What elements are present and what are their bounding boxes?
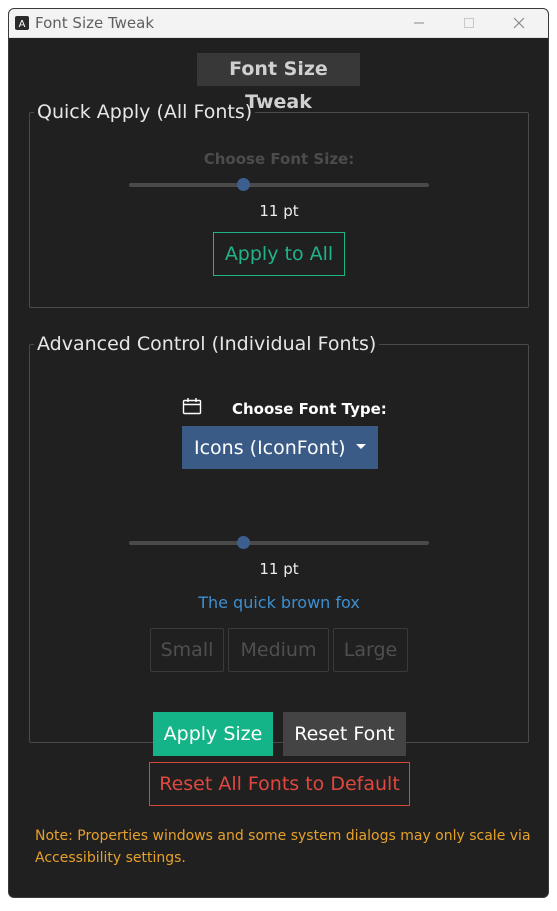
font-type-label: Choose Font Type: — [232, 400, 387, 418]
svg-text:A: A — [19, 19, 26, 30]
app-icon: A — [15, 16, 29, 30]
maximize-icon — [464, 18, 474, 28]
advanced-size-value: 11 pt — [259, 560, 299, 578]
chevron-down-icon — [356, 444, 366, 449]
font-type-selected-value: Icons (IconFont) — [194, 437, 346, 459]
page-title: Font Size Tweak — [197, 53, 360, 113]
quick-apply-legend: Quick Apply (All Fonts) — [37, 101, 253, 123]
title-bar[interactable]: A Font Size Tweak — [9, 9, 548, 38]
apply-to-all-button[interactable]: Apply to All — [213, 232, 345, 276]
font-type-dropdown[interactable]: Icons (IconFont) — [182, 426, 378, 469]
reset-font-button[interactable]: Reset Font — [283, 712, 406, 756]
maximize-button[interactable] — [446, 9, 492, 37]
preset-large-button[interactable]: Large — [333, 628, 408, 672]
close-icon — [513, 17, 525, 29]
accessibility-note: Note: Properties windows and some system… — [35, 828, 531, 866]
quick-font-size-slider[interactable] — [129, 178, 429, 191]
preset-medium-button[interactable]: Medium — [228, 628, 329, 672]
close-button[interactable] — [496, 9, 542, 37]
advanced-slider-thumb[interactable] — [237, 536, 250, 549]
advanced-control-group: Advanced Control (Individual Fonts) Choo… — [29, 333, 529, 756]
minimize-icon — [414, 22, 424, 24]
preset-small-button[interactable]: Small — [150, 628, 224, 672]
font-type-row: Choose Font Type: — [30, 397, 528, 421]
font-size-label: Choose Font Size: — [203, 150, 355, 168]
reset-all-fonts-button[interactable]: Reset All Fonts to Default — [149, 762, 410, 806]
advanced-font-size-slider[interactable] — [129, 536, 429, 549]
window-title: Font Size Tweak — [35, 14, 155, 32]
apply-size-button[interactable]: Apply Size — [153, 712, 273, 756]
advanced-control-legend: Advanced Control (Individual Fonts) — [37, 333, 377, 355]
minimize-button[interactable] — [396, 9, 442, 37]
app-window: A Font Size Tweak Font Size Tweak Quick … — [8, 8, 549, 898]
calendar-icon — [182, 398, 202, 415]
quick-size-value: 11 pt — [259, 202, 299, 220]
quick-apply-group: Quick Apply (All Fonts) Choose Font Size… — [29, 101, 529, 308]
quick-slider-thumb[interactable] — [237, 178, 250, 191]
sample-preview-text: The quick brown fox — [198, 593, 360, 612]
